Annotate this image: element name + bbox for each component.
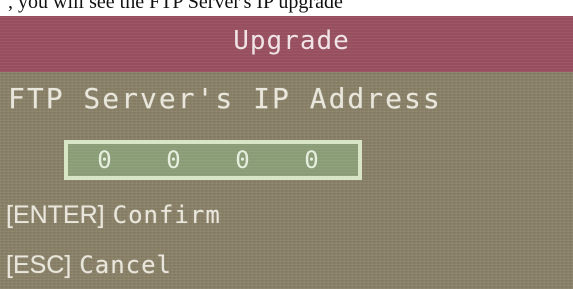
ip-octet-1[interactable]: 0 — [93, 146, 117, 174]
caption-text: , you will see the FTP Server's IP upgra… — [8, 0, 343, 13]
osd-upgrade-screen: Upgrade FTP Server's IP Address 0 0 0 0 … — [0, 16, 573, 289]
dialog-title: Upgrade — [233, 26, 350, 56]
esc-key-label: [ESC] — [6, 251, 72, 279]
ftp-server-ip-label: FTP Server's IP Address — [8, 82, 442, 115]
ip-address-input[interactable]: 0 0 0 0 — [64, 140, 362, 180]
cancel-action-label: Cancel — [79, 251, 172, 279]
confirm-action-label: Confirm — [112, 201, 221, 229]
title-bar: Upgrade — [0, 16, 573, 72]
enter-key-label: [ENTER] — [6, 201, 105, 229]
ip-octet-4[interactable]: 0 — [300, 146, 324, 174]
ip-octet-2[interactable]: 0 — [162, 146, 186, 174]
confirm-hint[interactable]: [ENTER] Confirm — [6, 201, 221, 230]
cancel-hint[interactable]: [ESC] Cancel — [6, 251, 172, 280]
ip-octet-3[interactable]: 0 — [231, 146, 255, 174]
cropped-caption: , you will see the FTP Server's IP upgra… — [0, 0, 573, 16]
